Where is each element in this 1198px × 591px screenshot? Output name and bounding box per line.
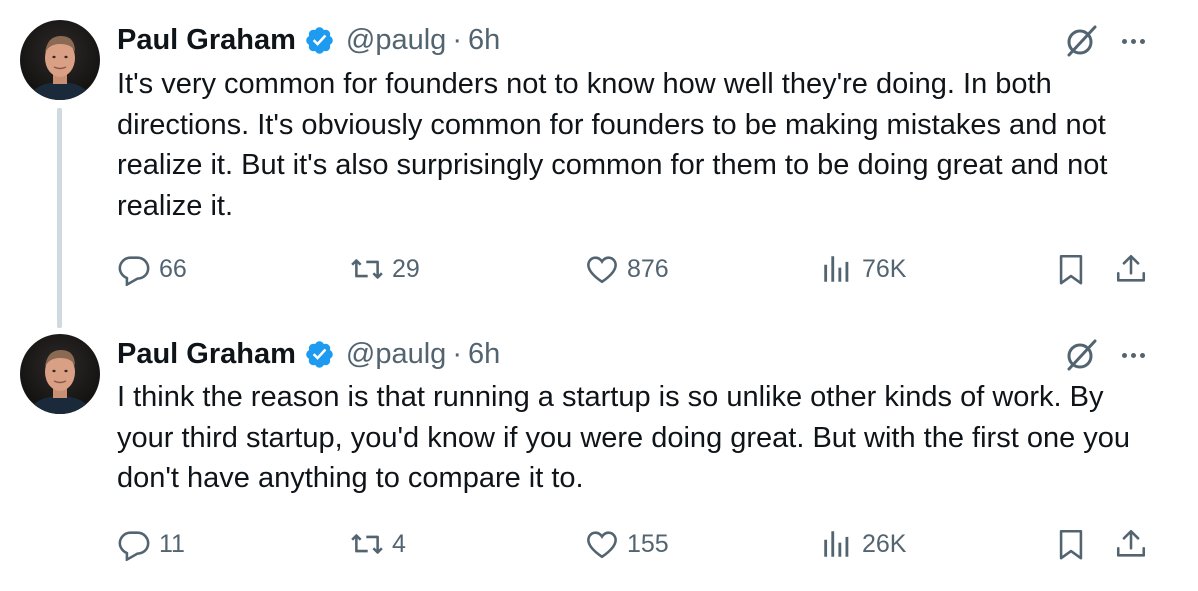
bookmark-button[interactable] [1054, 526, 1088, 562]
tweet-header: Paul Graham @paulg · 6h [117, 334, 500, 374]
reply-button[interactable]: 11 [117, 526, 185, 562]
grok-icon[interactable] [1062, 22, 1100, 60]
bookmark-icon [1059, 529, 1083, 560]
like-icon [587, 531, 617, 559]
author-handle[interactable]: @paulg [346, 338, 446, 371]
like-button[interactable]: 155 [585, 526, 669, 562]
like-count: 876 [627, 254, 669, 283]
tweet-text: It's very common for founders not to kno… [117, 68, 1108, 222]
tweet-header: Paul Graham @paulg · 6h [117, 20, 500, 60]
views-icon [824, 256, 849, 282]
views-button[interactable]: 26K [820, 526, 906, 562]
separator: · [452, 337, 462, 370]
share-button[interactable] [1114, 251, 1148, 287]
verified-badge-icon[interactable] [304, 339, 335, 370]
like-button[interactable]: 876 [585, 251, 669, 287]
share-icon [1116, 529, 1146, 557]
repost-button[interactable]: 4 [350, 526, 406, 562]
verified-badge-icon[interactable] [304, 25, 335, 56]
repost-icon [351, 534, 383, 554]
views-button[interactable]: 76K [820, 251, 906, 287]
reply-count: 11 [159, 529, 185, 558]
reply-button[interactable]: 66 [117, 251, 187, 287]
repost-icon [351, 259, 383, 279]
reply-count: 66 [159, 254, 187, 283]
tweet[interactable]: Paul Graham @paulg · 6h I think the reas… [0, 318, 1198, 591]
like-icon [587, 256, 617, 284]
more-icon[interactable] [1116, 24, 1150, 58]
timestamp[interactable]: 6h [468, 24, 500, 57]
author-handle[interactable]: @paulg [346, 24, 446, 57]
view-count: 26K [862, 529, 907, 558]
repost-button[interactable]: 29 [350, 251, 420, 287]
tweet-text: I think the reason is that running a sta… [117, 381, 1131, 494]
avatar[interactable] [20, 20, 100, 100]
bookmark-button[interactable] [1054, 251, 1088, 287]
reply-icon [118, 256, 150, 286]
avatar[interactable] [20, 334, 100, 414]
view-count: 76K [862, 254, 907, 283]
timestamp[interactable]: 6h [468, 338, 500, 371]
grok-icon[interactable] [1062, 336, 1100, 374]
share-icon [1116, 254, 1146, 282]
share-button[interactable] [1114, 526, 1148, 562]
author-name[interactable]: Paul Graham [117, 24, 296, 57]
repost-count: 29 [392, 254, 420, 283]
tweet[interactable]: Paul Graham @paulg · 6h It's very common… [0, 0, 1198, 328]
author-name[interactable]: Paul Graham [117, 338, 296, 371]
separator: · [452, 23, 462, 56]
views-icon [824, 531, 849, 557]
like-count: 155 [627, 529, 669, 558]
thread-line [57, 108, 62, 328]
reply-icon [118, 531, 150, 561]
bookmark-icon [1059, 254, 1083, 285]
repost-count: 4 [392, 529, 406, 558]
more-icon[interactable] [1116, 338, 1150, 372]
